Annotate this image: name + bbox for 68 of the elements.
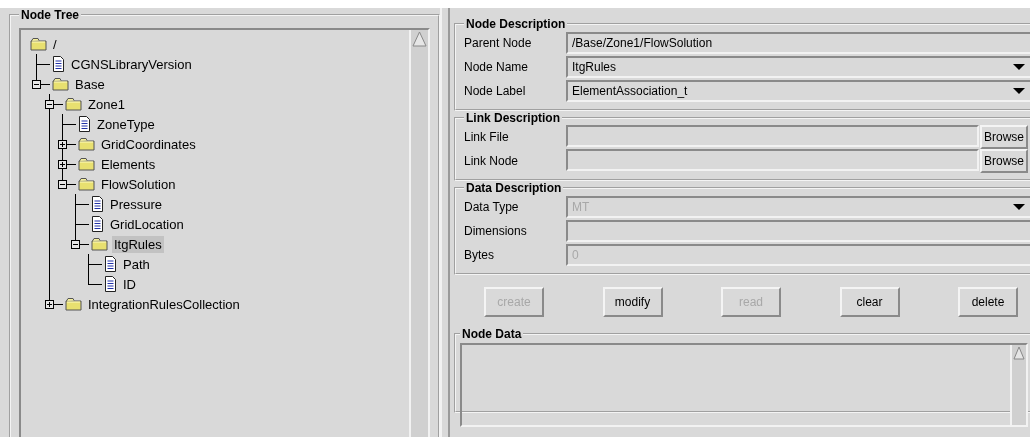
collapse-icon[interactable] <box>32 80 41 89</box>
document-icon <box>91 216 104 232</box>
tree-item[interactable]: ZoneType <box>95 115 157 133</box>
collapse-icon[interactable] <box>71 240 80 249</box>
document-icon <box>104 276 117 292</box>
collapse-icon[interactable] <box>58 180 67 189</box>
data-text-area[interactable] <box>460 343 1028 427</box>
browse-button[interactable]: Browse <box>980 149 1028 173</box>
text-field[interactable] <box>566 125 979 147</box>
tree-item[interactable]: Pressure <box>108 195 165 213</box>
folder-icon <box>52 77 69 91</box>
field-label: Node Label <box>464 84 527 98</box>
section-title: Link Description <box>465 111 561 125</box>
browse-button[interactable]: Browse <box>980 125 1028 149</box>
tree-item[interactable]: ID <box>121 275 138 293</box>
collapse-icon[interactable] <box>45 100 54 109</box>
section-title: Node Data <box>461 327 523 341</box>
text-field[interactable] <box>566 149 979 171</box>
field-label: Link File <box>464 130 510 144</box>
document-icon <box>78 116 91 132</box>
document-icon <box>52 56 65 72</box>
tree-item[interactable]: GridLocation <box>108 215 186 233</box>
action-button[interactable]: modify <box>602 287 663 317</box>
caret-icon <box>1012 201 1026 213</box>
tree-item[interactable]: IntegrationRulesCollection <box>86 295 242 313</box>
expand-icon[interactable] <box>45 300 54 309</box>
scroll-up-arrow-icon[interactable] <box>412 30 427 47</box>
field-label: Node Name <box>464 60 530 74</box>
field-label: Data Type <box>464 200 520 214</box>
document-icon <box>104 256 117 272</box>
section-title: Node Description <box>465 17 567 31</box>
section-title: Data Description <box>465 181 563 195</box>
tree-item[interactable]: Base <box>73 75 107 93</box>
text-field[interactable] <box>566 220 1030 242</box>
folder-icon <box>65 297 82 311</box>
splitter[interactable] <box>440 8 450 437</box>
field-label: Dimensions <box>464 224 528 238</box>
action-button[interactable]: delete <box>958 287 1018 317</box>
folder-icon <box>30 37 47 51</box>
folder-icon <box>78 177 95 191</box>
tree-item[interactable]: GridCoordinates <box>99 135 198 153</box>
folder-icon <box>65 97 82 111</box>
scrollbar[interactable] <box>409 30 428 437</box>
caret-icon <box>1012 85 1026 97</box>
section-title: Node Tree <box>20 8 81 22</box>
dropdown[interactable]: ItgRules <box>566 56 1030 78</box>
tree-item[interactable]: ItgRules <box>112 235 164 253</box>
tree-item[interactable]: / <box>51 35 59 53</box>
text-field[interactable]: /Base/Zone1/FlowSolution <box>566 32 1030 54</box>
caret-icon <box>1012 61 1026 73</box>
dropdown[interactable]: ElementAssociation_t <box>566 80 1030 102</box>
tree-item[interactable]: Zone1 <box>86 95 127 113</box>
tree-item[interactable]: FlowSolution <box>99 175 178 193</box>
field-label: Bytes <box>464 248 495 262</box>
scroll-up-arrow-icon <box>1013 345 1025 360</box>
field-label: Parent Node <box>464 36 533 50</box>
expand-icon[interactable] <box>58 140 67 149</box>
folder-icon <box>91 237 108 251</box>
tree-item[interactable]: Elements <box>99 155 158 173</box>
scrollbar[interactable] <box>1010 345 1026 425</box>
tree-item[interactable]: Path <box>121 255 152 273</box>
folder-icon <box>78 157 95 171</box>
expand-icon[interactable] <box>58 160 67 169</box>
action-button[interactable]: clear <box>839 287 900 317</box>
document-icon <box>91 196 104 212</box>
folder-icon <box>78 137 95 151</box>
field-label: Link Node <box>464 154 520 168</box>
tree-item[interactable]: CGNSLibraryVersion <box>69 55 194 73</box>
